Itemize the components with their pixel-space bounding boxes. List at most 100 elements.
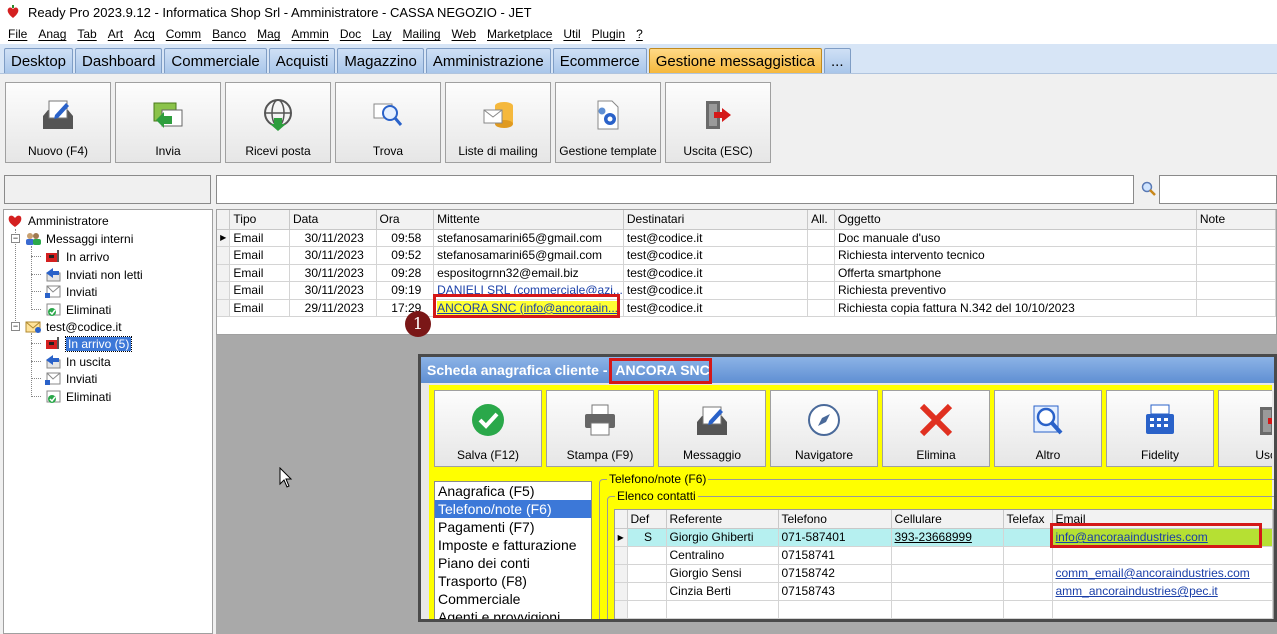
search-icon[interactable] — [1141, 181, 1157, 197]
tab-magazzino[interactable]: Magazzino — [337, 48, 424, 73]
tree-root-administrator[interactable]: Amministratore — [6, 212, 109, 229]
contact-email-link[interactable]: comm_email@ancoraindustries.com — [1056, 566, 1250, 580]
menu-banco[interactable]: Banco — [208, 27, 253, 41]
menu-marketplace[interactable]: Marketplace — [483, 27, 559, 41]
table-row[interactable] — [615, 600, 1273, 619]
table-row[interactable]: Giorgio Sensi 07158742 comm_email@ancora… — [615, 564, 1273, 583]
tab-desktop[interactable]: Desktop — [4, 48, 74, 73]
tree-account-inbox[interactable]: In arrivo (5) — [44, 335, 133, 352]
template-manager-button[interactable]: Gestione template — [555, 82, 661, 163]
menu-util[interactable]: Util — [559, 27, 587, 41]
new-message-button[interactable]: Nuovo (F4) — [5, 82, 111, 163]
tree-internal-messages[interactable]: Messaggi interni — [24, 230, 133, 247]
menu-comm[interactable]: Comm — [162, 27, 208, 41]
tree-account[interactable]: test@codice.it — [24, 318, 122, 335]
tree-internal-inbox[interactable]: In arrivo — [44, 248, 109, 265]
customer-card-title-prefix: Scheda anagrafica cliente - — [427, 362, 612, 378]
col-mittente[interactable]: Mittente — [433, 210, 624, 230]
menu-web[interactable]: Web — [448, 27, 483, 41]
table-row[interactable]: Email 30/11/2023 09:19 DANIELI SRL (comm… — [217, 281, 1277, 300]
section-trasporto[interactable]: Trasporto (F8) — [435, 572, 591, 590]
col-note[interactable]: Note — [1196, 210, 1277, 230]
tree-account-sent[interactable]: Inviati — [44, 370, 97, 387]
users-chat-icon — [26, 233, 41, 245]
table-row[interactable]: Email 30/11/2023 09:28 espositogrnn32@em… — [217, 264, 1277, 282]
menu-art[interactable]: Art — [104, 27, 130, 41]
tab-amministrazione[interactable]: Amministrazione — [425, 48, 551, 73]
grid-corner — [217, 210, 231, 230]
receive-mail-button[interactable]: Ricevi posta — [225, 82, 331, 163]
table-row[interactable]: ▶ Email 30/11/2023 09:58 stefanosamarini… — [217, 229, 1277, 247]
col-referente[interactable]: Referente — [666, 510, 779, 529]
search-text-input[interactable] — [1159, 175, 1277, 204]
tab-dashboard[interactable]: Dashboard — [75, 48, 163, 73]
col-destinatari[interactable]: Destinatari — [623, 210, 809, 230]
col-data[interactable]: Data — [289, 210, 377, 230]
mailing-lists-button[interactable]: Liste di mailing — [445, 82, 551, 163]
title-bar: Ready Pro 2023.9.12 - Informatica Shop S… — [0, 0, 1277, 24]
quick-search-input[interactable] — [216, 175, 1134, 204]
tree-account-deleted[interactable]: Eliminati — [44, 388, 111, 405]
heart-user-icon — [8, 215, 22, 227]
menu-lay[interactable]: Lay — [368, 27, 398, 41]
menu-acq[interactable]: Acq — [130, 27, 162, 41]
tab-gestione-messaggistica[interactable]: Gestione messaggistica — [648, 48, 823, 73]
tree-account-outbox[interactable]: In uscita — [44, 353, 111, 370]
collapse-account-toggle[interactable]: − — [11, 322, 20, 331]
section-telefono-note[interactable]: Telefono/note (F6) — [435, 500, 591, 518]
menu-mailing[interactable]: Mailing — [399, 27, 448, 41]
col-oggetto[interactable]: Oggetto — [834, 210, 1197, 230]
tab-acquisti[interactable]: Acquisti — [268, 48, 336, 73]
col-cellulare[interactable]: Cellulare — [891, 510, 1004, 529]
navigator-button[interactable]: Navigatore — [770, 390, 878, 467]
folder-filter-field[interactable] — [4, 175, 211, 204]
table-row[interactable]: Email 29/11/2023 17:29 ANCORA SNC (info@… — [217, 299, 1277, 317]
section-agenti[interactable]: Agenti e provvigioni — [435, 608, 591, 619]
section-pagamenti[interactable]: Pagamenti (F7) — [435, 518, 591, 536]
menu-file[interactable]: File — [4, 27, 34, 41]
cash-register-icon — [1146, 404, 1174, 434]
table-row[interactable]: Centralino 07158741 — [615, 546, 1273, 565]
menu-tab[interactable]: Tab — [73, 27, 103, 41]
menu-mag[interactable]: Mag — [253, 27, 287, 41]
exit-button[interactable]: Uscita (ESC) — [665, 82, 771, 163]
table-row[interactable]: Email 30/11/2023 09:52 stefanosamarini65… — [217, 246, 1277, 265]
section-piano-conti[interactable]: Piano dei conti — [435, 554, 591, 572]
grid-header-row: Tipo Data Ora Mittente Destinatari All. … — [217, 210, 1277, 230]
tab-ecommerce[interactable]: Ecommerce — [552, 48, 647, 73]
tree-internal-deleted[interactable]: Eliminati — [44, 301, 111, 318]
tree-internal-sent-unread[interactable]: Inviati non letti — [44, 266, 143, 283]
menu-ammin[interactable]: Ammin — [287, 27, 335, 41]
section-commerciale[interactable]: Commerciale — [435, 590, 591, 608]
col-allegati[interactable]: All. — [807, 210, 835, 230]
tab-commerciale[interactable]: Commerciale — [164, 48, 267, 73]
col-def[interactable]: Def — [627, 510, 667, 529]
send-button[interactable]: Invia — [115, 82, 221, 163]
collapse-internal-toggle[interactable]: − — [11, 234, 20, 243]
col-tipo[interactable]: Tipo — [229, 210, 290, 230]
menu-plugin[interactable]: Plugin — [588, 27, 632, 41]
delete-button[interactable]: Elimina — [882, 390, 990, 467]
find-button[interactable]: Trova — [335, 82, 441, 163]
col-telefono[interactable]: Telefono — [778, 510, 892, 529]
section-anagrafica[interactable]: Anagrafica (F5) — [435, 482, 591, 500]
print-button[interactable]: Stampa (F9) — [546, 390, 654, 467]
tab-more[interactable]: ... — [824, 48, 851, 73]
col-ora[interactable]: Ora — [376, 210, 435, 230]
menu-anag[interactable]: Anag — [34, 27, 73, 41]
table-row[interactable]: Cinzia Berti 07158743 amm_ancoraindustri… — [615, 582, 1273, 601]
exit-button[interactable]: Uscita — [1218, 390, 1272, 467]
section-imposte[interactable]: Imposte e fatturazione — [435, 536, 591, 554]
sent-mail-icon — [45, 372, 61, 385]
save-button[interactable]: Salva (F12) — [434, 390, 542, 467]
contact-email-link[interactable]: amm_ancoraindustries@pec.it — [1056, 584, 1218, 598]
message-button[interactable]: Messaggio — [658, 390, 766, 467]
menu-help[interactable]: ? — [632, 27, 650, 41]
tree-internal-sent[interactable]: Inviati — [44, 283, 97, 300]
fidelity-button[interactable]: Fidelity — [1106, 390, 1214, 467]
menu-doc[interactable]: Doc — [336, 27, 368, 41]
search-icon — [373, 103, 403, 126]
current-row-indicator: ▶ — [217, 229, 231, 247]
more-button[interactable]: Altro — [994, 390, 1102, 467]
col-telefax[interactable]: Telefax — [1003, 510, 1053, 529]
